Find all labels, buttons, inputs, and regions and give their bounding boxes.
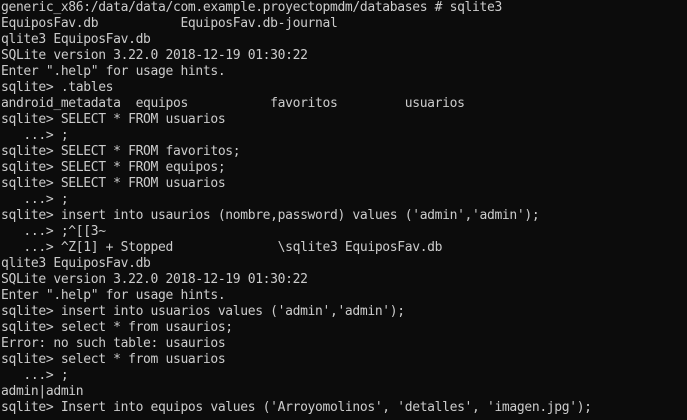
terminal-line-command: sqlite> select * from usuarios	[1, 352, 226, 367]
terminal-window[interactable]: generic_x86:/data/data/com.example.proye…	[0, 0, 687, 420]
terminal-line-command: qlite3 EquiposFav.db	[1, 256, 151, 271]
terminal-line-file-listing: EquiposFav.db EquiposFav.db-journal	[1, 16, 338, 31]
terminal-line-command: sqlite> Insert into equipos values ('Arr…	[1, 400, 592, 415]
terminal-line-command: sqlite> SELECT * FROM equipos;	[1, 160, 226, 175]
terminal-line-continuation: ...> ;	[1, 192, 69, 207]
terminal-line-help-hint: Enter ".help" for usage hints.	[1, 64, 226, 79]
terminal-line-continuation: ...> ;^[[3~	[1, 224, 106, 239]
terminal-line-error: Error: no such table: usaurios	[1, 336, 226, 351]
terminal-line-shell-prompt: generic_x86:/data/data/com.example.proye…	[1, 0, 502, 15]
terminal-line-continuation: ...> ;	[1, 128, 69, 143]
terminal-line-version: SQLite version 3.22.0 2018-12-19 01:30:2…	[1, 48, 308, 63]
terminal-line-table-list: android_metadata equipos favoritos usuar…	[1, 96, 465, 111]
terminal-line-command: sqlite> insert into usuarios values ('ad…	[1, 304, 405, 319]
terminal-line-command: sqlite> select * from usaurios;	[1, 320, 233, 335]
terminal-line-version: SQLite version 3.22.0 2018-12-19 01:30:2…	[1, 272, 308, 287]
terminal-line-partial	[1, 416, 687, 420]
terminal-line-command: sqlite> SELECT * FROM favoritos;	[1, 144, 241, 159]
terminal-line-query-result: admin|admin	[1, 384, 84, 399]
terminal-output: generic_x86:/data/data/com.example.proye…	[1, 0, 687, 420]
terminal-line-job-stopped: ...> ^Z[1] + Stopped \sqlite3 EquiposFav…	[1, 240, 443, 255]
terminal-line-command: sqlite> insert into usaurios (nombre,pas…	[1, 208, 540, 223]
terminal-line-command: sqlite> SELECT * FROM usuarios	[1, 176, 226, 191]
terminal-line-command: sqlite> .tables	[1, 80, 114, 95]
terminal-line-help-hint: Enter ".help" for usage hints.	[1, 288, 226, 303]
terminal-line-command: qlite3 EquiposFav.db	[1, 32, 151, 47]
terminal-line-continuation: ...> ;	[1, 368, 69, 383]
terminal-line-command: sqlite> SELECT * FROM usuarios	[1, 112, 226, 127]
